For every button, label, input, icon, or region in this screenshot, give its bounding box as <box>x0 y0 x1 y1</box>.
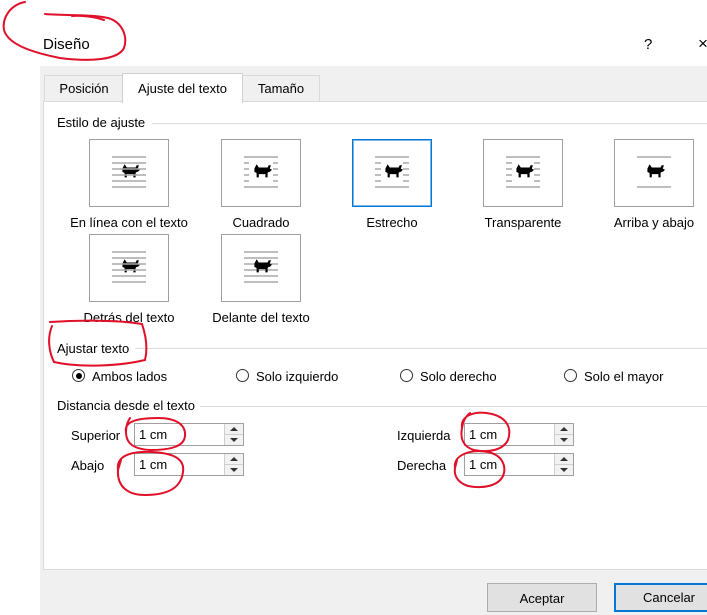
wrap-through-option[interactable] <box>483 139 563 207</box>
superior-up-arrow[interactable] <box>224 424 243 435</box>
wrap-tight-option[interactable] <box>352 139 432 207</box>
dialog-title: Diseño <box>43 36 90 53</box>
cancel-button[interactable]: Cancelar <box>614 583 707 612</box>
wrap-top-bottom-label: Arriba y abajo <box>613 215 695 230</box>
in-front-text-icon <box>244 251 278 283</box>
wrap-style-group-title: Estilo de ajuste <box>57 115 146 130</box>
izquierda-label: Izquierda <box>397 428 451 443</box>
radio-label-solo-izquierdo[interactable]: Solo izquierdo <box>256 369 338 384</box>
tab-posicion[interactable]: Posición <box>44 75 124 101</box>
wrap-inline-label: En línea con el texto <box>70 215 188 230</box>
derecha-spinbox <box>464 453 574 476</box>
radio-solo-derecho[interactable] <box>400 369 413 382</box>
help-button[interactable]: ? <box>644 36 652 53</box>
wrap-through-label: Transparente <box>484 215 562 230</box>
square-wrap-icon <box>244 156 278 188</box>
radio-label-solo-derecho[interactable]: Solo derecho <box>420 369 497 384</box>
superior-input[interactable] <box>135 424 223 445</box>
superior-label: Superior <box>71 428 121 443</box>
behind-text-icon <box>112 251 146 283</box>
superior-down-arrow[interactable] <box>224 435 243 445</box>
top-bottom-wrap-icon <box>637 156 671 188</box>
group-divider <box>200 406 707 407</box>
inline-wrap-icon <box>112 156 146 188</box>
derecha-input[interactable] <box>465 454 553 475</box>
wrap-square-label: Cuadrado <box>232 215 290 230</box>
wrap-tight-label: Estrecho <box>366 215 418 230</box>
radio-solo-izquierdo[interactable] <box>236 369 249 382</box>
through-wrap-icon <box>506 156 540 188</box>
radio-ambos-lados[interactable] <box>72 369 85 382</box>
wrap-square-option[interactable] <box>221 139 301 207</box>
derecha-label: Derecha <box>397 458 447 473</box>
group-divider <box>135 348 707 349</box>
izquierda-down-arrow[interactable] <box>554 435 573 445</box>
abajo-down-arrow[interactable] <box>224 465 243 475</box>
izquierda-spinbox <box>464 423 574 446</box>
izquierda-input[interactable] <box>465 424 553 445</box>
distance-group-title: Distancia desde el texto <box>57 398 196 413</box>
izquierda-up-arrow[interactable] <box>554 424 573 435</box>
abajo-input[interactable] <box>135 454 223 475</box>
wrap-behind-option[interactable] <box>89 234 169 302</box>
derecha-down-arrow[interactable] <box>554 465 573 475</box>
ok-button[interactable]: Aceptar <box>487 583 597 612</box>
wrap-top-bottom-option[interactable] <box>614 139 694 207</box>
wrap-in-front-label: Delante del texto <box>212 310 310 325</box>
tab-tamano[interactable]: Tamaño <box>242 75 320 101</box>
tight-wrap-icon <box>375 156 409 188</box>
radio-solo-el-mayor[interactable] <box>564 369 577 382</box>
wrap-behind-label: Detrás del texto <box>83 310 175 325</box>
derecha-up-arrow[interactable] <box>554 454 573 465</box>
close-button[interactable]: × <box>698 34 707 54</box>
wrap-in-front-option[interactable] <box>221 234 301 302</box>
superior-spinbox <box>134 423 244 446</box>
tab-ajuste-del-texto[interactable]: Ajuste del texto <box>122 73 243 103</box>
radio-label-solo-el-mayor[interactable]: Solo el mayor <box>584 369 663 384</box>
abajo-label: Abajo <box>71 458 105 473</box>
wrap-inline-option[interactable] <box>89 139 169 207</box>
abajo-spinbox <box>134 453 244 476</box>
radio-label-ambos-lados[interactable]: Ambos lados <box>92 369 167 384</box>
group-divider <box>152 123 707 124</box>
abajo-up-arrow[interactable] <box>224 454 243 465</box>
wrap-text-group-title: Ajustar texto <box>57 341 130 356</box>
